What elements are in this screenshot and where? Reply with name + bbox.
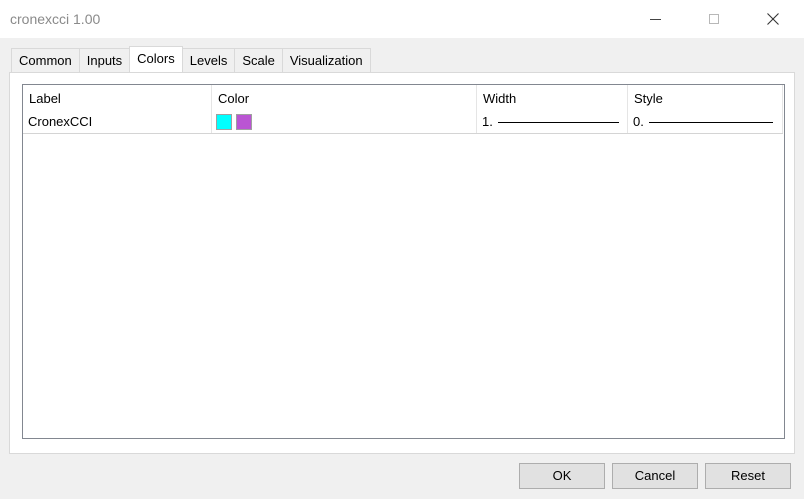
tab-levels[interactable]: Levels	[181, 48, 236, 72]
colors-panel: Label Color Width Style CronexCCI 1. 0.	[9, 72, 795, 454]
color-swatch-2[interactable]	[236, 114, 252, 130]
tab-visualization[interactable]: Visualization	[281, 48, 371, 72]
window-title: cronexcci 1.00	[10, 11, 101, 27]
row-label: CronexCCI	[23, 111, 212, 133]
minimize-button[interactable]	[632, 0, 678, 38]
tab-strip: Common Inputs Colors Levels Scale Visual…	[11, 46, 371, 72]
maximize-icon	[709, 14, 719, 24]
close-button[interactable]	[750, 0, 796, 38]
row-style[interactable]: 0.	[628, 111, 783, 133]
tab-scale[interactable]: Scale	[234, 48, 283, 72]
cancel-button[interactable]: Cancel	[612, 463, 698, 489]
tab-colors[interactable]: Colors	[129, 46, 183, 72]
table-row[interactable]: CronexCCI 1. 0.	[23, 111, 783, 134]
column-header-color[interactable]: Color	[212, 85, 477, 111]
column-header-label[interactable]: Label	[23, 85, 212, 111]
width-value: 1.	[482, 114, 493, 129]
column-header-width[interactable]: Width	[477, 85, 628, 111]
reset-button[interactable]: Reset	[705, 463, 791, 489]
colors-list[interactable]: Label Color Width Style CronexCCI 1. 0.	[22, 84, 785, 439]
ok-button[interactable]: OK	[519, 463, 605, 489]
minimize-icon	[649, 18, 661, 20]
close-icon	[767, 13, 779, 25]
style-line-sample	[649, 122, 773, 123]
column-header-style[interactable]: Style	[628, 85, 783, 111]
tab-inputs[interactable]: Inputs	[78, 48, 131, 72]
color-swatch-1[interactable]	[216, 114, 232, 130]
row-colors	[212, 111, 477, 133]
width-line-sample	[498, 122, 619, 123]
title-bar: cronexcci 1.00	[0, 0, 804, 39]
maximize-button	[691, 0, 737, 38]
list-header: Label Color Width Style	[23, 85, 783, 111]
row-width[interactable]: 1.	[477, 111, 628, 133]
tab-common[interactable]: Common	[11, 48, 80, 72]
style-value: 0.	[633, 114, 644, 129]
